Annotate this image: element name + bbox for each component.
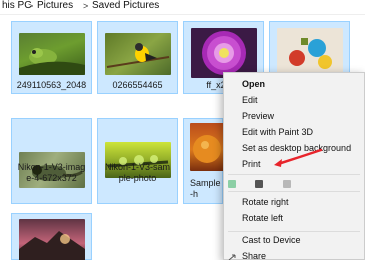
file-name: 0266554465 [112, 80, 163, 90]
breadcrumb-item-saved-pictures[interactable]: Saved Pictures [92, 0, 159, 11]
file-explorer-window: his PC > Pictures > Saved Pictures 24911… [0, 0, 365, 260]
thumbnail-image [190, 123, 224, 171]
thumbnail-image [277, 28, 343, 78]
menu-item-label: Share [242, 251, 267, 260]
breadcrumb-separator-icon: > [83, 1, 89, 11]
file-tile[interactable]: 0266554465 [97, 21, 178, 94]
file-tile[interactable]: Nikon-1-V3-sam ple-photo [97, 118, 178, 204]
gray-square-icon [255, 180, 263, 188]
menu-item-rotate-right[interactable]: Rotate right [224, 195, 364, 210]
thumbnail-image [19, 219, 85, 260]
file-name: Nikon-1-V3-imag e-4-672x372 [17, 162, 86, 183]
menu-separator [228, 174, 360, 175]
menu-item-cast-to-device[interactable]: Cast to Device [224, 233, 364, 248]
thumbnail-image [191, 28, 257, 78]
gray-square-icon [283, 180, 291, 188]
menu-separator [228, 191, 360, 192]
menu-item-open[interactable]: Open [224, 77, 364, 92]
thumbnail-image [19, 33, 85, 75]
menu-separator [228, 231, 360, 232]
file-tile[interactable] [11, 213, 92, 260]
breadcrumb: his PC > Pictures > Saved Pictures [0, 0, 365, 15]
file-tile[interactable]: 249110563_2048 [11, 21, 92, 94]
breadcrumb-separator-icon: > [28, 1, 34, 11]
thumbnail-image [105, 33, 171, 75]
menu-item-edit[interactable]: Edit [224, 93, 364, 108]
annotation-arrow-icon [274, 148, 323, 167]
menu-item-preview[interactable]: Preview [224, 109, 364, 124]
file-name: Sample -h [190, 178, 221, 199]
breadcrumb-item-pictures[interactable]: Pictures [37, 0, 73, 11]
file-name: 249110563_2048 [16, 80, 87, 90]
menu-item-share[interactable]: Share [224, 249, 364, 260]
file-tile[interactable]: Sample -h [183, 118, 224, 204]
green-square-icon [228, 180, 236, 188]
menu-item-edit-with-paint-3d[interactable]: Edit with Paint 3D [224, 125, 364, 140]
share-icon [228, 254, 236, 260]
file-tile[interactable]: Nikon-1-V3-imag e-4-672x372 [11, 118, 92, 204]
file-name: Nikon-1-V3-sam ple-photo [104, 162, 171, 183]
menu-item-rotate-left[interactable]: Rotate left [224, 211, 364, 226]
